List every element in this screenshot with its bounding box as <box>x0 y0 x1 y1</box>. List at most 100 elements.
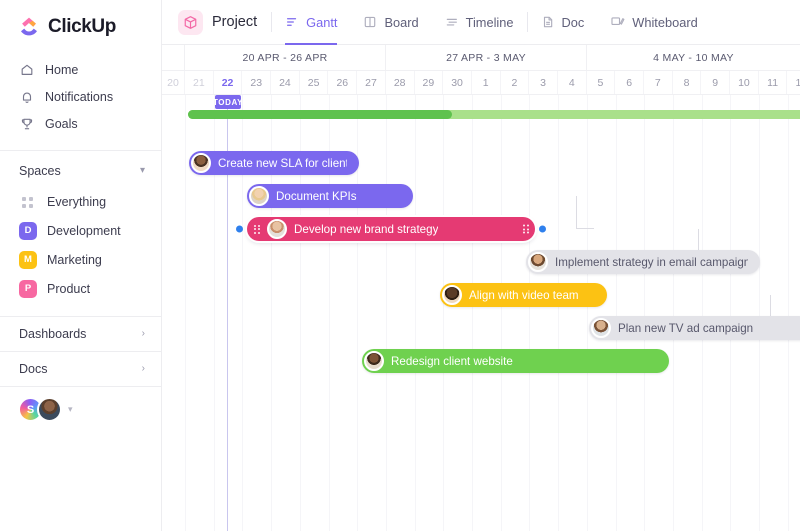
day-cell-22: 22 <box>214 71 243 94</box>
gridline <box>616 95 617 531</box>
gantt-icon <box>285 15 299 29</box>
day-cell-6: 6 <box>615 71 644 94</box>
tab-doc[interactable]: Doc <box>528 0 598 45</box>
task-bar-label: Align with video team <box>469 289 579 302</box>
chevron-down-icon-3: ▾ <box>68 404 73 415</box>
day-cell-29: 29 <box>415 71 444 94</box>
day-cell-10: 10 <box>730 71 759 94</box>
clickup-logo[interactable]: ClickUp <box>0 0 161 52</box>
task-bar[interactable]: Document KPIs <box>247 184 413 208</box>
task-bar[interactable]: Plan new TV ad campaign <box>589 316 800 340</box>
day-cell-3: 3 <box>529 71 558 94</box>
tab-board[interactable]: Board <box>350 0 431 45</box>
sidebar-item-docs[interactable]: Docs › <box>0 352 161 386</box>
tab-whiteboard[interactable]: Whiteboard <box>597 0 710 45</box>
gridline <box>730 95 731 531</box>
sidebar-item-dashboards[interactable]: Dashboards › <box>0 317 161 351</box>
spaces-section-header[interactable]: Spaces ▾ <box>0 151 161 187</box>
day-cell-20: 20 <box>162 71 185 94</box>
trophy-icon <box>19 116 34 131</box>
day-cell-5: 5 <box>587 71 616 94</box>
day-cell-28: 28 <box>386 71 415 94</box>
timeline-day-header: 2021222324252627282930123456789101112 <box>162 71 800 95</box>
project-selector[interactable]: Project <box>172 10 271 35</box>
day-cell-12: 12 <box>787 71 800 94</box>
sidebar-item-goals-label: Goals <box>45 117 78 131</box>
sidebar-item-home[interactable]: Home <box>0 56 161 83</box>
task-bar-label: Implement strategy in email campaign <box>555 256 748 269</box>
timeline-week-header: 20 APR - 26 APR 27 APR - 3 MAY 4 MAY - 1… <box>162 45 800 71</box>
task-bar-label: Redesign client website <box>391 355 513 368</box>
gridline <box>759 95 760 531</box>
space-badge-marketing: M <box>19 251 37 269</box>
gridline <box>185 95 186 531</box>
sidebar-item-marketing[interactable]: M Marketing <box>0 245 161 274</box>
day-cell-9: 9 <box>701 71 730 94</box>
dependency-dot-left[interactable] <box>236 226 243 233</box>
gridline <box>702 95 703 531</box>
tab-timeline[interactable]: Timeline <box>432 0 527 45</box>
dependency-line-1 <box>576 196 577 229</box>
home-icon <box>19 62 34 77</box>
view-toolbar: Project Gantt Board <box>162 0 800 45</box>
task-bar[interactable]: Develop new brand strategy <box>247 217 535 241</box>
assignee-avatar[interactable] <box>364 351 384 371</box>
spaces-label: Spaces <box>19 164 61 178</box>
doc-icon <box>541 15 555 29</box>
task-bar[interactable]: Align with video team <box>440 283 607 307</box>
day-cell-1: 1 <box>472 71 501 94</box>
day-cell-24: 24 <box>271 71 300 94</box>
sidebar-item-product[interactable]: P Product <box>0 274 161 303</box>
space-badge-product: P <box>19 280 37 298</box>
dependency-dot-right[interactable] <box>539 226 546 233</box>
resize-handle-left[interactable] <box>253 223 260 236</box>
clickup-logo-text: ClickUp <box>48 16 116 38</box>
assignee-avatar[interactable] <box>528 252 548 272</box>
task-bar[interactable]: Redesign client website <box>362 349 669 373</box>
grid-dots-icon <box>19 193 37 211</box>
assignee-avatar[interactable] <box>249 186 269 206</box>
gantt-canvas[interactable]: TODAY Create new SLA for clientDocument … <box>162 95 800 531</box>
day-cell-4: 4 <box>558 71 587 94</box>
task-bar[interactable]: Create new SLA for client <box>189 151 359 175</box>
assignee-avatar[interactable] <box>191 153 211 173</box>
gridline <box>558 95 559 531</box>
primary-nav: Home Notifications Goals <box>0 52 161 137</box>
dependency-line-1b <box>576 228 594 229</box>
project-name: Project <box>212 14 257 30</box>
gridline <box>472 95 473 531</box>
day-cell-25: 25 <box>300 71 329 94</box>
day-cell-30: 30 <box>443 71 472 94</box>
bell-icon <box>19 89 34 104</box>
board-icon <box>363 15 377 29</box>
sidebar-item-everything[interactable]: Everything <box>0 187 161 216</box>
day-cell-27: 27 <box>357 71 386 94</box>
user-avatars[interactable]: S ▾ <box>0 387 161 422</box>
chevron-down-icon: ▾ <box>140 166 145 176</box>
assignee-avatar[interactable] <box>591 318 611 338</box>
sidebar-item-home-label: Home <box>45 63 78 77</box>
tab-timeline-label: Timeline <box>466 15 514 30</box>
task-bar-label: Document KPIs <box>276 190 357 203</box>
day-cell-8: 8 <box>673 71 702 94</box>
sidebar-item-goals[interactable]: Goals <box>0 110 161 137</box>
week-label-3: 4 MAY - 10 MAY <box>587 45 800 70</box>
sidebar-item-development[interactable]: D Development <box>0 216 161 245</box>
assignee-avatar[interactable] <box>267 219 287 239</box>
tab-gantt[interactable]: Gantt <box>272 0 350 45</box>
sidebar-item-docs-label: Docs <box>19 362 47 376</box>
assignee-avatar[interactable] <box>442 285 462 305</box>
gridline <box>587 95 588 531</box>
task-bar[interactable]: Implement strategy in email campaign <box>526 250 760 274</box>
sidebar-item-notifications[interactable]: Notifications <box>0 83 161 110</box>
gridline <box>501 95 502 531</box>
project-progress-fill <box>188 110 452 119</box>
resize-handle-right[interactable] <box>522 223 529 236</box>
week-spacer <box>162 45 185 70</box>
tab-board-label: Board <box>384 15 418 30</box>
main-area: Project Gantt Board <box>162 0 800 531</box>
chevron-right-icon-2: › <box>142 364 145 374</box>
week-label-1: 20 APR - 26 APR <box>185 45 386 70</box>
day-cell-21: 21 <box>185 71 214 94</box>
spaces-list: Everything D Development M Marketing P P… <box>0 187 161 303</box>
